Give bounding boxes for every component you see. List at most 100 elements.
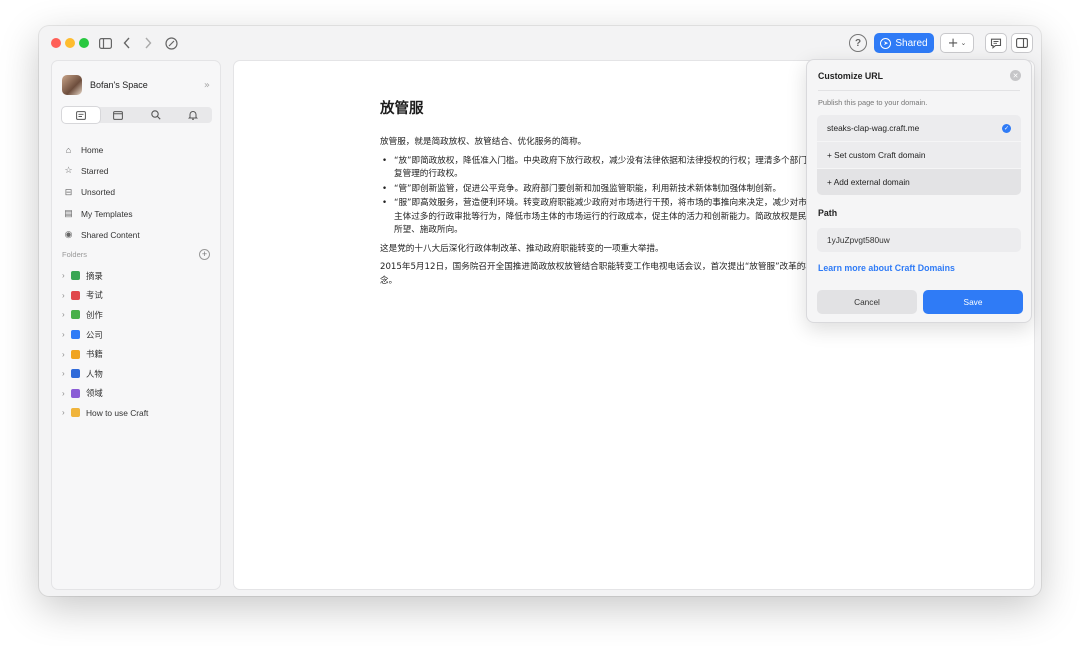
zoom-window-button[interactable] <box>79 38 89 48</box>
folder-label: 公司 <box>86 329 103 340</box>
folder-label: 书籍 <box>86 349 103 360</box>
folder-icon <box>71 369 80 379</box>
sidebar-item-starred[interactable]: ☆ Starred <box>62 160 210 181</box>
search-icon <box>150 110 161 120</box>
folder-item[interactable]: › 公司 <box>62 325 210 345</box>
doc-icon <box>75 110 86 120</box>
sidebar-item-label: Unsorted <box>81 187 115 198</box>
sidebar-item-label: Starred <box>81 165 109 176</box>
space-name: Bofan's Space <box>90 80 148 90</box>
folder-icon <box>71 310 80 320</box>
plus-icon: + <box>947 35 959 51</box>
minimize-window-button[interactable] <box>65 38 75 48</box>
sidebar-tool-tabs <box>62 107 212 123</box>
shared-button[interactable]: ➤ Shared <box>874 33 934 53</box>
folder-label: 创作 <box>86 309 103 320</box>
chevron-right-icon[interactable]: › <box>62 330 70 339</box>
chevron-right-icon[interactable]: › <box>62 389 70 398</box>
calendar-icon <box>113 110 124 120</box>
checkmark-icon: ✓ <box>1002 123 1011 133</box>
learn-more-link[interactable]: Learn more about Craft Domains <box>818 263 955 273</box>
inbox-icon: ⊟ <box>64 186 73 197</box>
calendar-tab[interactable] <box>100 107 138 123</box>
add-folder-icon[interactable]: + <box>199 248 210 260</box>
folder-item[interactable]: › How to use Craft <box>62 403 210 423</box>
paragraph[interactable]: 放管服，就是简政放权、放管结合、优化服务的简称。 <box>380 136 820 150</box>
folder-icon <box>71 271 80 281</box>
search-tab[interactable] <box>137 107 175 123</box>
list-item[interactable]: “放”即简政放权，降低准入门槛。中央政府下放行政权，减少没有法律依据和法律授权的… <box>380 155 820 182</box>
chevron-right-icon[interactable]: › <box>62 271 70 280</box>
folder-item[interactable]: › 创作 <box>62 305 210 325</box>
folder-list: › 摘录 › 考试 › 创作 › 公司 › 书籍 › 人物 › 领域 › How to use … <box>62 266 210 423</box>
notifications-tab[interactable] <box>175 107 213 123</box>
list-item[interactable]: “管”即创新监管，促进公平竞争。政府部门要创新和加强监管职能，利用新技术新体制加… <box>380 183 820 197</box>
folder-item[interactable]: › 摘录 <box>62 266 210 286</box>
close-window-button[interactable] <box>51 38 61 48</box>
folder-icon <box>71 330 80 340</box>
chevron-right-icon[interactable]: › <box>62 310 70 319</box>
comments-button[interactable] <box>985 33 1007 53</box>
paragraph[interactable]: 这是党的十八大后深化行政体制改革、推动政府职能转变的一项重大举措。 <box>380 243 820 257</box>
help-button[interactable]: ? <box>849 34 867 52</box>
sidebar-item-shared-content[interactable]: ◉ Shared Content <box>62 224 210 245</box>
back-chevron-icon[interactable] <box>117 33 137 53</box>
chevron-down-icon: ⌄ <box>960 39 967 47</box>
save-button[interactable]: Save <box>923 290 1023 314</box>
folder-icon <box>71 290 80 300</box>
chevron-right-icon[interactable]: › <box>62 408 70 417</box>
right-panel-button[interactable] <box>1011 33 1033 53</box>
folder-label: 人物 <box>86 368 103 379</box>
comment-icon <box>990 38 1002 49</box>
shared-icon: ◉ <box>64 229 73 240</box>
folders-label: Folders <box>62 249 88 259</box>
bell-icon <box>188 111 199 120</box>
sidebar: Bofan's Space » ⌂ Home ☆ Starred ⊟ Unsorted… <box>51 60 221 590</box>
sidebar-toggle-icon[interactable] <box>95 33 115 53</box>
folder-item[interactable]: › 考试 <box>62 286 210 306</box>
folder-label: 考试 <box>86 290 103 301</box>
path-input[interactable]: 1yJuZpvgt580uw <box>817 228 1021 252</box>
template-icon: ▤ <box>64 208 73 219</box>
sidebar-item-templates[interactable]: ▤ My Templates <box>62 203 210 224</box>
titlebar: ? ➤ Shared + ⌄ <box>39 26 1041 60</box>
page-title[interactable]: 放管服 <box>380 97 820 118</box>
folder-item[interactable]: › 人物 <box>62 364 210 384</box>
path-label: Path <box>818 208 838 218</box>
folder-item[interactable]: › 书籍 <box>62 344 210 364</box>
add-external-domain-option[interactable]: + Add external domain <box>817 169 1021 195</box>
sidebar-item-label: Home <box>81 144 104 155</box>
list-item[interactable]: “服”即高效服务，营造便利环境。转变政府职能减少政府对市场进行干预，将市场的事推… <box>380 197 820 238</box>
domain-option-craft-me[interactable]: steaks-clap-wag.craft.me ✓ <box>817 115 1021 141</box>
sidebar-nav: ⌂ Home ☆ Starred ⊟ Unsorted ▤ My Templates ◉… <box>62 139 210 245</box>
folder-label: 摘录 <box>86 270 103 281</box>
collapse-sidebar-icon[interactable]: » <box>204 80 210 91</box>
customize-url-popover: Customize URL ✕ Publish this page to you… <box>806 59 1032 323</box>
domain-option-label: steaks-clap-wag.craft.me <box>827 123 920 133</box>
popover-description: Publish this page to your domain. <box>818 98 928 107</box>
cancel-button[interactable]: Cancel <box>817 290 917 314</box>
space-switcher[interactable]: Bofan's Space » <box>62 75 210 95</box>
star-icon: ☆ <box>64 165 73 176</box>
clock-history-icon[interactable] <box>161 33 181 53</box>
sidebar-item-label: My Templates <box>81 208 133 219</box>
shared-icon: ➤ <box>880 37 892 49</box>
close-icon[interactable]: ✕ <box>1010 70 1021 81</box>
sidebar-item-home[interactable]: ⌂ Home <box>62 139 210 160</box>
folder-icon <box>71 388 80 398</box>
chevron-right-icon[interactable]: › <box>62 291 70 300</box>
folder-icon <box>71 408 80 418</box>
paragraph[interactable]: 2015年5月12日，国务院召开全国推进简政放权放管结合职能转变工作电视电话会议… <box>380 261 820 288</box>
chevron-right-icon[interactable]: › <box>62 369 70 378</box>
forward-chevron-icon[interactable] <box>138 33 158 53</box>
app-window: ? ➤ Shared + ⌄ Bofan's Space » ⌂ Home ☆ … <box>39 26 1041 596</box>
chevron-right-icon[interactable]: › <box>62 350 70 359</box>
sidebar-item-unsorted[interactable]: ⊟ Unsorted <box>62 182 210 203</box>
popover-title: Customize URL <box>818 71 884 81</box>
documents-tab[interactable] <box>62 107 100 123</box>
add-button[interactable]: + ⌄ <box>940 33 974 53</box>
bullet-list: “放”即简政放权，降低准入门槛。中央政府下放行政权，减少没有法律依据和法律授权的… <box>380 155 820 238</box>
folder-item[interactable]: › 领域 <box>62 384 210 404</box>
folders-header: Folders + <box>62 247 210 261</box>
set-custom-domain-option[interactable]: + Set custom Craft domain <box>817 142 1021 168</box>
